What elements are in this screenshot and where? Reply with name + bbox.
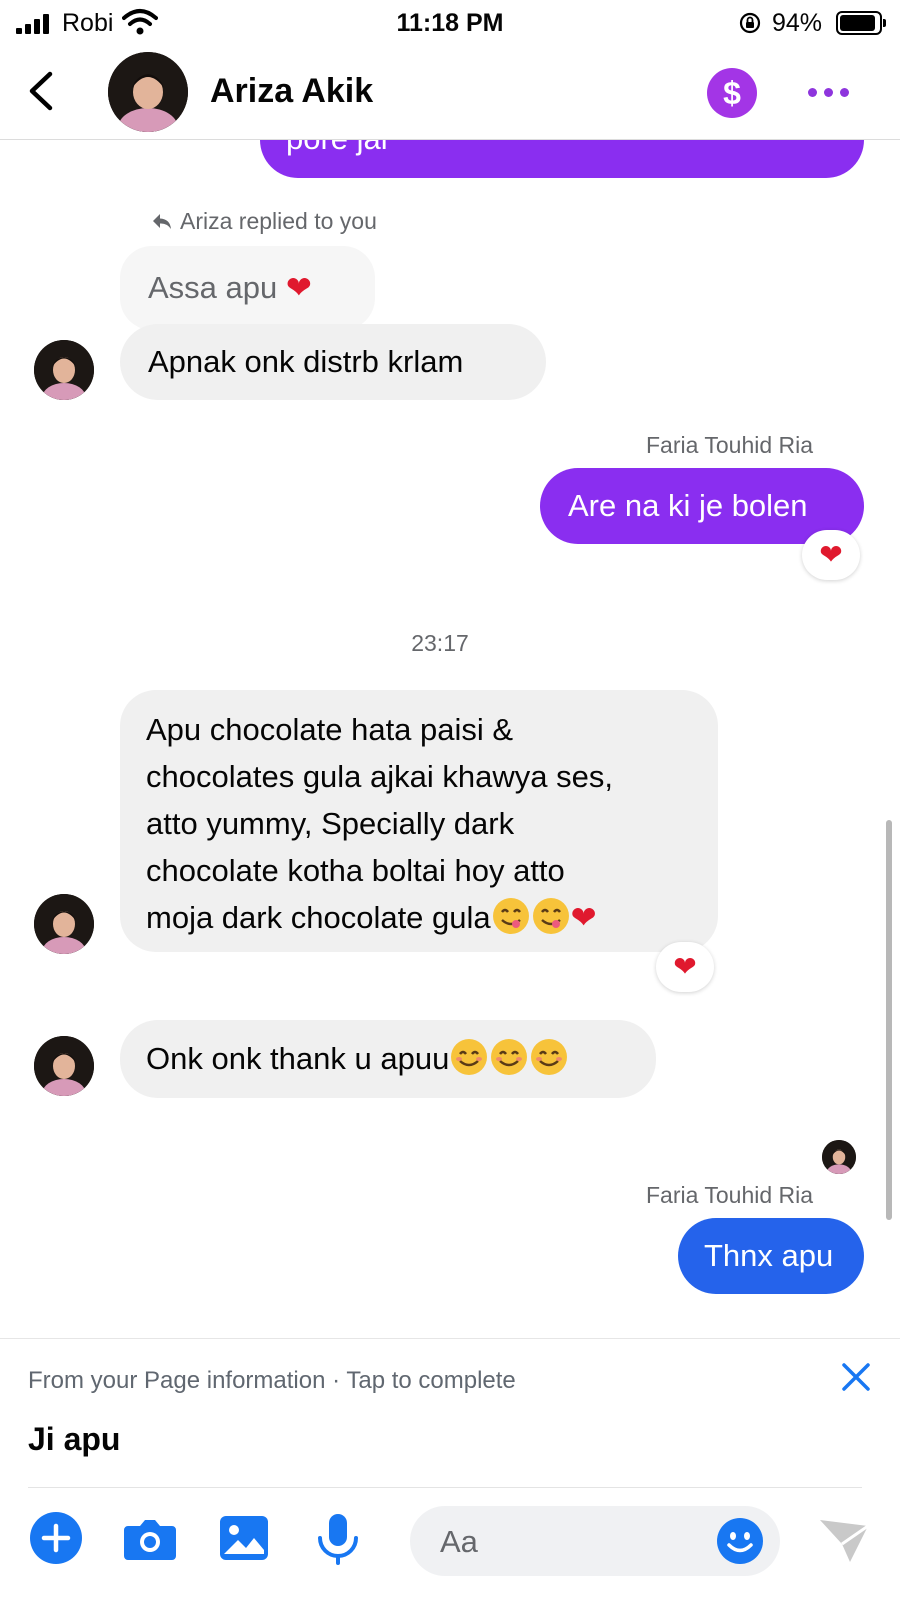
back-arrow-icon[interactable] <box>22 68 62 114</box>
message-line: moja dark chocolate gula ❤ <box>146 894 692 941</box>
reply-notice: Ariza replied to you <box>150 208 377 235</box>
message-text: Are na ki je bolen <box>568 488 808 523</box>
message-text: moja dark chocolate gula <box>146 900 491 935</box>
sender-avatar[interactable] <box>34 340 94 400</box>
gallery-icon[interactable] <box>216 1510 272 1566</box>
message-input-placeholder: Aa <box>440 1524 478 1559</box>
heart-reaction[interactable]: ❤ <box>656 942 714 992</box>
reply-notice-text: Ariza replied to you <box>180 208 377 234</box>
message-bubble-incoming[interactable]: Onk onk thank u apuu <box>120 1020 656 1098</box>
close-icon[interactable] <box>836 1357 876 1397</box>
timestamp: 23:17 <box>411 630 469 656</box>
more-options-icon[interactable] <box>808 88 850 98</box>
smile-emoji-icon <box>491 1039 528 1075</box>
yum-emoji-icon <box>532 898 569 934</box>
message-bubble-incoming[interactable]: Apnak onk distrb krlam <box>120 324 546 400</box>
message-line: atto yummy, Specially dark <box>146 806 515 841</box>
heart-emoji: ❤ <box>570 900 597 935</box>
message-text: pore jai <box>286 140 388 156</box>
sender-avatar[interactable] <box>34 1036 94 1096</box>
rotation-lock-icon <box>739 12 761 34</box>
scrollbar[interactable] <box>886 820 892 1220</box>
microphone-icon[interactable] <box>310 1510 366 1566</box>
contact-name[interactable]: Ariza Akik <box>210 72 373 111</box>
sender-name: Faria Touhid Ria <box>646 432 814 458</box>
heart-emoji: ❤ <box>285 270 312 305</box>
message-line: Apu chocolate hata paisi & <box>146 712 514 747</box>
smile-emoji-icon <box>451 1039 488 1075</box>
message-bubble-outgoing[interactable]: Thnx apu <box>678 1218 864 1294</box>
dollar-pay-icon[interactable]: $ <box>707 68 757 118</box>
page-info-prompt[interactable]: From your Page information · Tap to comp… <box>28 1367 516 1395</box>
yum-emoji-icon <box>492 898 529 934</box>
status-bar: Robi 11:18 PM 94% <box>0 0 900 46</box>
emoji-icon[interactable] <box>715 1516 765 1566</box>
battery-icon <box>836 11 886 35</box>
reply-quote-text: Assa apu <box>148 270 278 305</box>
sender-avatar[interactable] <box>34 894 94 954</box>
message-line: chocolate kotha boltai hoy atto <box>146 853 565 888</box>
status-time: 11:18 PM <box>396 9 504 37</box>
battery-level <box>840 15 876 31</box>
plus-icon[interactable] <box>28 1510 84 1566</box>
battery-percent: 94% <box>772 9 823 37</box>
heart-reaction[interactable]: ❤ <box>802 530 860 580</box>
contact-avatar[interactable] <box>108 52 188 132</box>
reply-quote-bubble[interactable]: Assa apu ❤ <box>120 246 375 330</box>
send-icon[interactable] <box>816 1512 872 1568</box>
reply-icon <box>153 214 171 229</box>
seen-receipt-avatar <box>822 1140 856 1174</box>
message-input[interactable]: Aa <box>410 1506 780 1576</box>
suggested-reply[interactable]: Ji apu <box>28 1421 120 1458</box>
message-list[interactable]: pore jai Ariza replied to you Assa apu ❤… <box>0 140 900 1338</box>
message-text: Apnak onk distrb krlam <box>148 344 464 379</box>
message-bubble-incoming[interactable]: Apu chocolate hata paisi & chocolates gu… <box>120 690 718 952</box>
smile-emoji-icon <box>531 1039 568 1075</box>
message-bubble-outgoing[interactable]: pore jai <box>260 140 864 178</box>
conversation-header: Ariza Akik $ <box>0 46 900 140</box>
suggested-reply-panel: From your Page information · Tap to comp… <box>0 1338 900 1488</box>
message-text: Onk onk thank u apuu <box>146 1041 450 1076</box>
message-text: Thnx apu <box>704 1238 834 1273</box>
message-line: chocolates gula ajkai khawya ses, <box>146 759 613 794</box>
composer-toolbar: Aa <box>0 1488 900 1600</box>
sender-name: Faria Touhid Ria <box>646 1182 814 1208</box>
camera-icon[interactable] <box>122 1510 178 1566</box>
